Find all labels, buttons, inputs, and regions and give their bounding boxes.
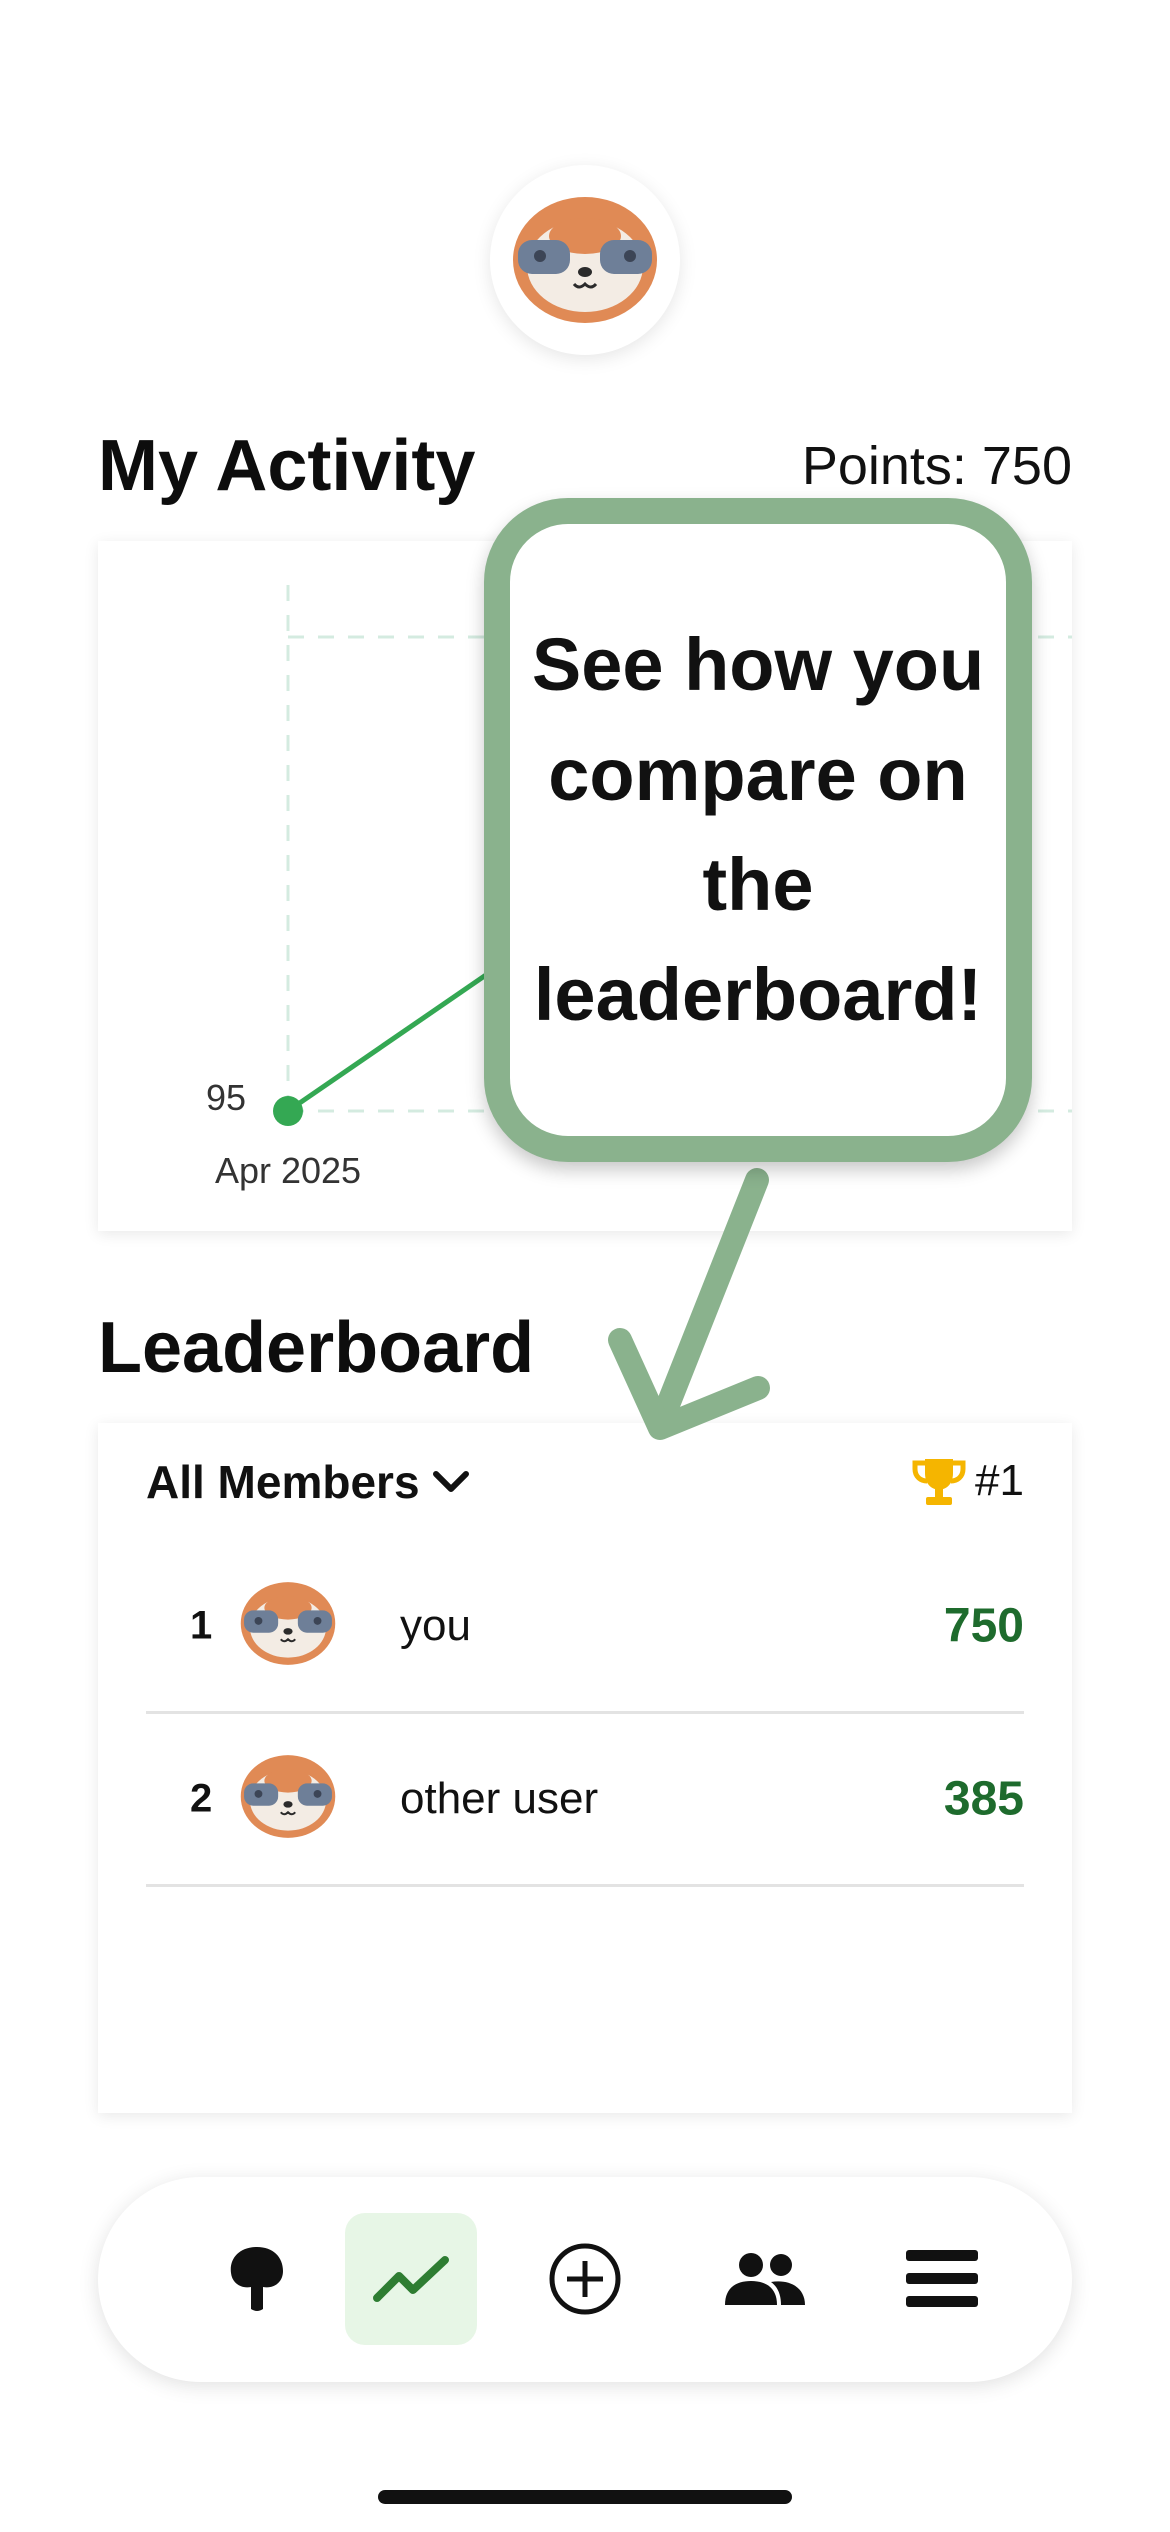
- data-label: 95: [206, 1077, 246, 1118]
- leaderboard-row[interactable]: 2 other user 385: [146, 1714, 1024, 1887]
- leaderboard-row[interactable]: 1 you 750: [146, 1541, 1024, 1714]
- avatar: [240, 1582, 336, 1671]
- home-indicator[interactable]: [378, 2490, 792, 2504]
- rank-number: 1: [190, 1603, 213, 1648]
- trophy-icon: [912, 1459, 966, 1505]
- filter-label: All Members: [146, 1456, 420, 1508]
- sloth-avatar-icon: [240, 1755, 336, 1838]
- nav-members[interactable]: [698, 2213, 830, 2345]
- x-tick-label: Apr 2025: [215, 1150, 361, 1191]
- member-score: 750: [943, 1599, 1024, 1653]
- nav-add[interactable]: [519, 2213, 651, 2345]
- profile-avatar[interactable]: [490, 165, 680, 355]
- my-rank-badge: #1: [911, 1455, 1024, 1507]
- nav-activity[interactable]: [345, 2213, 477, 2345]
- data-point-apr-2025: [273, 1096, 303, 1126]
- rank-label: #1: [975, 1456, 1024, 1505]
- member-name: other user: [400, 1774, 599, 1823]
- trending-chart-icon: [373, 2256, 449, 2302]
- menu-icon: [906, 2250, 978, 2307]
- tree-icon: [230, 2247, 283, 2311]
- my-activity-title: My Activity: [98, 426, 476, 506]
- leaderboard-title: Leaderboard: [98, 1308, 535, 1388]
- chevron-down-icon: [432, 1471, 469, 1492]
- points-label: Points: 750: [801, 436, 1072, 496]
- bottom-nav: [98, 2177, 1072, 2382]
- onboarding-tooltip[interactable]: See how you compare on the leaderboard!: [484, 498, 1032, 1162]
- people-icon: [725, 2253, 805, 2305]
- nav-menu[interactable]: [876, 2213, 1008, 2345]
- member-score: 385: [943, 1772, 1024, 1826]
- members-filter-dropdown[interactable]: All Members: [146, 1455, 472, 1509]
- add-circle-icon: [549, 2243, 621, 2315]
- tooltip-arrow: [608, 1168, 770, 1440]
- sloth-avatar-icon: [513, 197, 657, 323]
- sloth-avatar-icon: [240, 1582, 336, 1665]
- nav-tree[interactable]: [191, 2213, 323, 2345]
- avatar: [240, 1755, 336, 1844]
- tooltip-text: See how you compare on the leaderboard!: [531, 623, 985, 1036]
- leaderboard-card: All Members #1 1 you 750 2 other user 38…: [98, 1423, 1072, 2113]
- member-name: you: [400, 1601, 471, 1650]
- rank-number: 2: [190, 1776, 213, 1821]
